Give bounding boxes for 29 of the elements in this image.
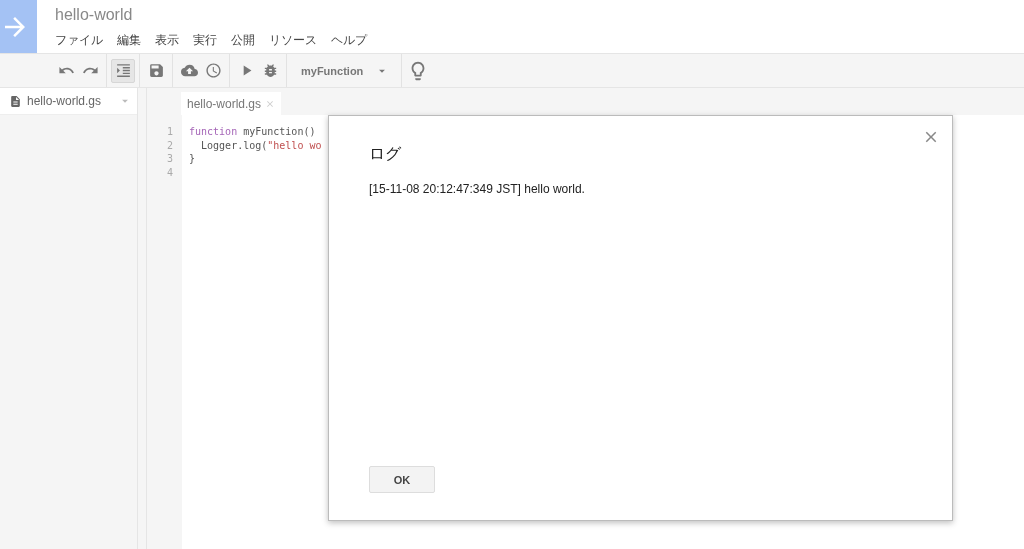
line-number: 4 — [165, 165, 174, 179]
clock-icon — [204, 62, 222, 79]
line-number: 1 — [165, 125, 174, 139]
menu-item[interactable]: ヘルプ — [331, 32, 367, 49]
line-number: 3 — [165, 152, 174, 166]
dialog-title: ログ — [369, 144, 402, 164]
ok-button[interactable]: OK — [369, 466, 435, 493]
indent-button[interactable] — [111, 58, 135, 83]
file-tab[interactable]: hello-world.gs — [181, 92, 282, 115]
save-icon — [147, 62, 165, 79]
menu-item[interactable]: 実行 — [193, 32, 217, 49]
project-title: hello-world — [55, 6, 134, 25]
code-line: Logger.log("hello wo — [200, 139, 322, 151]
menu-item[interactable]: 公開 — [231, 32, 255, 49]
file-item[interactable]: hello-world.gs — [0, 88, 137, 115]
line-number: 2 — [165, 138, 174, 152]
menu-item[interactable]: 表示 — [155, 32, 179, 49]
menu-item[interactable]: ファイル — [55, 32, 103, 49]
code-line: function myFunction() — [189, 126, 316, 137]
menu-item[interactable]: 編集 — [117, 32, 141, 49]
cloud-upload-icon — [180, 62, 198, 79]
code-line: } — [189, 153, 196, 164]
log-message: [15-11-08 20:12:47:349 JST] hello world. — [369, 182, 585, 196]
file-icon — [9, 94, 22, 108]
function-select[interactable]: myFunction — [291, 58, 398, 83]
file-name: hello-world.gs — [27, 94, 102, 108]
indent-icon — [114, 62, 132, 79]
tab-label: hello-world.gs — [187, 96, 262, 111]
menu-item[interactable]: リソース — [269, 32, 317, 49]
